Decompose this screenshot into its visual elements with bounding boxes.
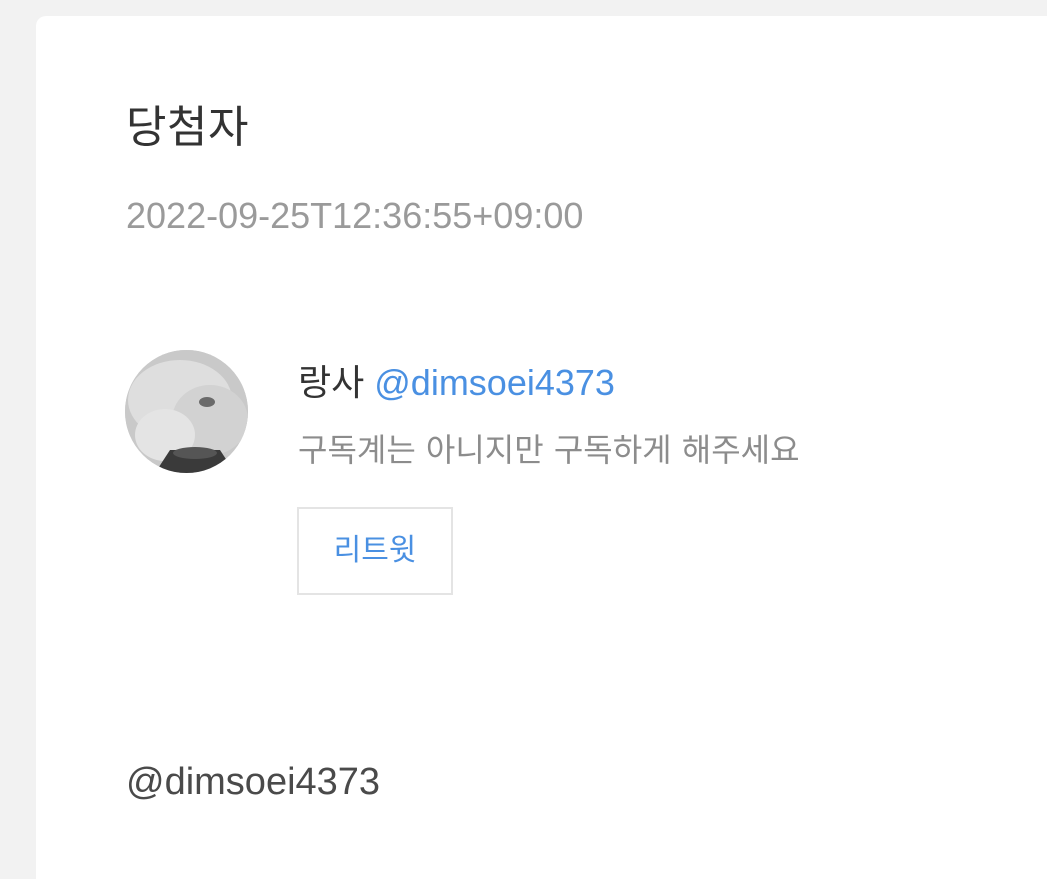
winner-name: 랑사 [298, 363, 365, 404]
winner-info: 랑사 @dimsoei4373 [298, 358, 615, 409]
user-avatar-icon [125, 350, 248, 473]
footer-handle: @dimsoei4373 [126, 761, 381, 803]
page-title: 당첨자 [126, 102, 249, 153]
draw-timestamp: 2022-09-25T12:36:55+09:00 [126, 195, 584, 236]
winner-comment: 구독계는 아니지만 구독하게 해주세요 [298, 431, 800, 469]
winner-handle-link[interactable]: @dimsoei4373 [374, 362, 615, 403]
winner-avatar[interactable] [125, 350, 248, 473]
retweet-button[interactable]: 리트윗 [297, 507, 453, 595]
